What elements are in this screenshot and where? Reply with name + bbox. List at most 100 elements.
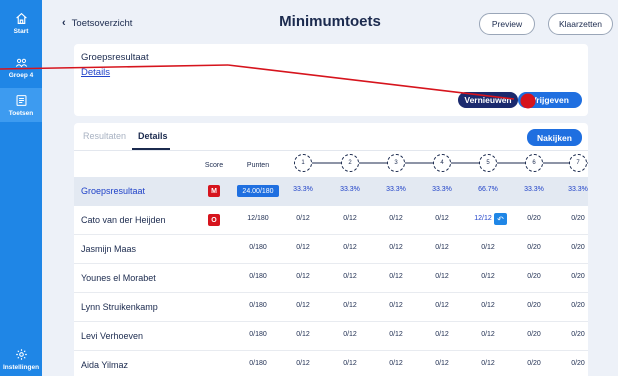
question-score-cell[interactable]: 0/20 [558, 302, 588, 309]
question-score-cell[interactable]: 33.3% [514, 186, 554, 193]
question-score-cell[interactable]: 0/12 [283, 331, 323, 338]
student-name: Aida Yilmaz [81, 360, 129, 370]
preview-button[interactable]: Preview [479, 13, 535, 35]
question-score-cell[interactable]: 0/20 [558, 215, 588, 222]
score-badge: M [208, 185, 220, 197]
punten-value: 0/180 [249, 360, 267, 367]
sidebar-item-start[interactable]: Start [0, 12, 42, 42]
summary-card: Groepsresultaat Details Vernieuwen Vrijg… [74, 44, 588, 116]
question-score-cell[interactable]: 0/20 [514, 273, 554, 280]
test-icon [16, 95, 26, 106]
group-icon [15, 58, 27, 68]
table-row[interactable]: Aida Yilmaz 0/180 0/12 0/12 0/12 0/12 0/12 0/20… [74, 351, 588, 376]
sidebar-item-label: Instellingen [2, 364, 40, 371]
score-badge: O [208, 214, 220, 226]
question-score-cell[interactable]: 0/20 [558, 273, 588, 280]
question-score-cell[interactable]: 33.3% [422, 186, 462, 193]
question-score-cell[interactable]: 0/12 [376, 331, 416, 338]
group-result-row[interactable]: Groepsresultaat M 24.00/180 33.3% 33.3% 33.3%… [74, 177, 588, 206]
nakijken-button[interactable]: Nakijken [527, 129, 582, 146]
question-score-cell[interactable]: 0/12 [283, 302, 323, 309]
question-score-cell[interactable]: 0/12 [283, 273, 323, 280]
question-score-cell[interactable]: 0/12 [376, 244, 416, 251]
question-number-2[interactable]: 2 [341, 154, 359, 172]
question-score-cell[interactable]: 0/12 [330, 215, 370, 222]
undo-icon[interactable]: ↶ [494, 213, 507, 225]
summary-title: Groepsresultaat [81, 52, 149, 63]
table-row[interactable]: Jasmijn Maas 0/180 0/12 0/12 0/12 0/12 0/12 0/2… [74, 235, 588, 264]
punten-value: 0/180 [249, 302, 267, 309]
question-number-3[interactable]: 3 [387, 154, 405, 172]
question-score-cell[interactable]: 0/12 [468, 360, 508, 367]
question-score-cell[interactable]: 0/12 [330, 360, 370, 367]
question-number-1[interactable]: 1 [294, 154, 312, 172]
question-score-cell[interactable]: 0/12 [468, 273, 508, 280]
question-score-cell[interactable]: 66.7% [468, 186, 508, 193]
question-score-cell[interactable]: 0/12 [422, 244, 462, 251]
sidebar-item-label: Toetsen [8, 110, 34, 117]
gear-icon [15, 349, 27, 360]
question-score-cell[interactable]: 0/12 [468, 302, 508, 309]
question-score-cell[interactable]: 0/20 [514, 302, 554, 309]
details-link[interactable]: Details [81, 67, 110, 78]
question-score-cell[interactable]: 0/12 [330, 273, 370, 280]
table-row[interactable]: Lynn Struikenkamp 0/180 0/12 0/12 0/12 0/12 0/… [74, 293, 588, 322]
punten-value: 0/180 [249, 331, 267, 338]
question-score-cell[interactable]: 0/12 [422, 360, 462, 367]
student-name: Jasmijn Maas [81, 244, 137, 254]
question-score-cell[interactable]: 0/20 [558, 244, 588, 251]
question-score-cell[interactable]: 0/12 [422, 215, 462, 222]
question-score-cell[interactable]: 0/12 [468, 244, 508, 251]
sidebar-item-groep[interactable]: Groep 4 [0, 56, 42, 86]
question-score-cell[interactable]: 0/12 [330, 244, 370, 251]
back-link[interactable]: ‹ Toetsoverzicht [62, 17, 132, 29]
results-card: Resultaten Details Nakijken Score Punten… [74, 123, 588, 376]
question-score-cell[interactable]: 0/20 [558, 360, 588, 367]
question-score-cell[interactable]: 0/12 [376, 360, 416, 367]
vrijgeven-button[interactable]: Vrijgeven [518, 92, 582, 108]
table-row[interactable]: Levi Verhoeven 0/180 0/12 0/12 0/12 0/12 0/12 0… [74, 322, 588, 351]
question-score-cell[interactable]: 0/12 [283, 244, 323, 251]
sidebar-item-instellingen[interactable]: Instellingen [0, 348, 42, 376]
student-name[interactable]: Groepsresultaat [81, 186, 145, 196]
student-name: Cato van der Heijden [81, 215, 166, 225]
sidebar-item-toetsen[interactable]: Toetsen [0, 88, 42, 122]
question-number-4[interactable]: 4 [433, 154, 451, 172]
question-score-cell[interactable]: 0/12 [422, 273, 462, 280]
table-row[interactable]: Younes el Morabet 0/180 0/12 0/12 0/12 0/12 0/… [74, 264, 588, 293]
student-name: Levi Verhoeven [81, 331, 144, 341]
question-score-cell[interactable]: 0/20 [558, 331, 588, 338]
question-score-cell[interactable]: 0/12 [468, 331, 508, 338]
question-score-cell[interactable]: 0/12 [330, 302, 370, 309]
vernieuwen-button[interactable]: Vernieuwen [458, 92, 518, 108]
question-score-cell[interactable]: 0/12 [283, 360, 323, 367]
question-score-cell[interactable]: 0/20 [514, 360, 554, 367]
top-bar: ‹ Toetsoverzicht Minimumtoets Preview Kl… [42, 0, 618, 44]
question-score-cell[interactable]: 33.3% [558, 186, 588, 193]
question-score-cell[interactable]: 0/12 [376, 273, 416, 280]
question-score-cell[interactable]: 0/12 [376, 215, 416, 222]
question-score-cell[interactable]: 33.3% [283, 186, 323, 193]
column-header-score: Score [204, 161, 224, 169]
question-score-cell[interactable]: 33.3% [376, 186, 416, 193]
question-number-5[interactable]: 5 [479, 154, 497, 172]
question-number-6[interactable]: 6 [525, 154, 543, 172]
tabs-divider [74, 150, 588, 151]
back-label: Toetsoverzicht [71, 17, 133, 29]
question-score-cell[interactable]: 33.3% [330, 186, 370, 193]
sidebar-item-label: Groep 4 [8, 72, 34, 79]
question-score-cell[interactable]: 0/20 [514, 215, 554, 222]
question-score-cell[interactable]: 0/12 [330, 331, 370, 338]
tab-resultaten[interactable]: Resultaten [83, 131, 126, 141]
question-score-cell[interactable]: 0/20 [514, 331, 554, 338]
student-name: Younes el Morabet [81, 273, 156, 283]
table-row[interactable]: Cato van der Heijden O 12/180 0/12 0/12 0/12 0… [74, 206, 588, 235]
question-score-cell[interactable]: 0/12 [283, 215, 323, 222]
question-score-cell[interactable]: 0/12 [422, 331, 462, 338]
question-score-cell[interactable]: 0/12 [422, 302, 462, 309]
question-score-cell[interactable]: 0/20 [514, 244, 554, 251]
question-score-cell[interactable]: 0/12 [376, 302, 416, 309]
tab-details[interactable]: Details [138, 131, 168, 141]
klaarzetten-button[interactable]: Klaarzetten [548, 13, 613, 35]
question-number-7[interactable]: 7 [569, 154, 587, 172]
